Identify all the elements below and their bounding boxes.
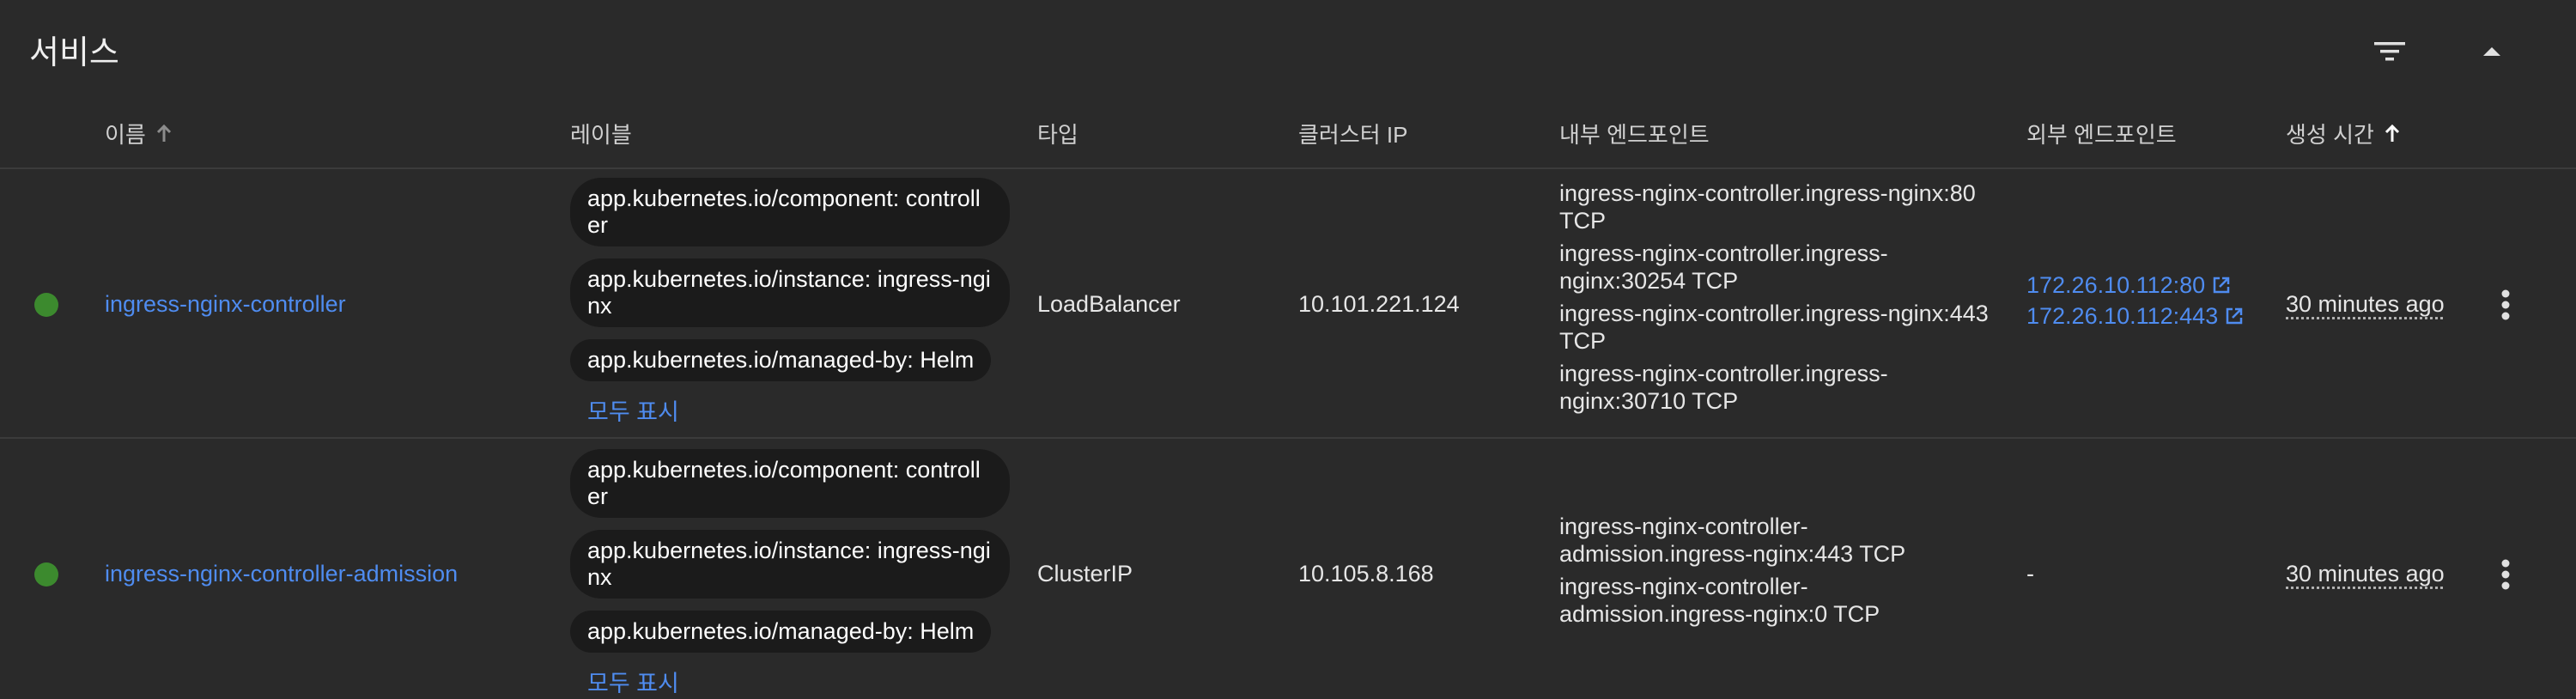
internal-endpoints-cell: ingress-nginx-controller.ingress-nginx:8… bbox=[1559, 179, 2006, 420]
column-header-labels: 레이블 bbox=[570, 118, 632, 149]
labels-cell: app.kubernetes.io/component: controller … bbox=[570, 449, 1025, 698]
column-label-external-endpoints: 외부 엔드포인트 bbox=[2026, 122, 2177, 148]
created-age: 30 minutes ago bbox=[2286, 291, 2445, 317]
external-endpoint-text: 172.26.10.112:443 bbox=[2026, 303, 2219, 329]
column-label-created: 생성 시간 bbox=[2286, 122, 2374, 148]
service-type: ClusterIP bbox=[1037, 561, 1133, 587]
external-endpoint-text: 172.26.10.112:80 bbox=[2026, 272, 2206, 298]
chevron-up-icon bbox=[2483, 47, 2500, 56]
show-all-labels-link[interactable]: 모두 표시 bbox=[587, 393, 1025, 427]
show-all-labels-link[interactable]: 모두 표시 bbox=[587, 665, 1025, 698]
open-in-new-icon bbox=[2225, 307, 2244, 325]
external-endpoint-none: - bbox=[2026, 561, 2034, 587]
status-running-icon bbox=[34, 562, 58, 587]
filter-button[interactable] bbox=[2364, 26, 2415, 77]
column-label-name: 이름 bbox=[105, 122, 146, 148]
created-age: 30 minutes ago bbox=[2286, 561, 2445, 587]
internal-endpoint: ingress-nginx-controller.ingress-nginx:3… bbox=[1559, 240, 1888, 294]
open-in-new-icon bbox=[2212, 276, 2231, 295]
label-chip: app.kubernetes.io/managed-by: Helm bbox=[570, 611, 992, 653]
column-label-internal-endpoints: 내부 엔드포인트 bbox=[1559, 122, 1710, 148]
filter-icon bbox=[2374, 42, 2405, 61]
label-chip: app.kubernetes.io/component: controller bbox=[570, 449, 1010, 518]
column-header-name[interactable]: 이름 bbox=[105, 118, 173, 149]
column-header-internal-endpoints: 내부 엔드포인트 bbox=[1559, 118, 1710, 149]
column-header-cluster-ip[interactable]: 클러스터 IP bbox=[1298, 118, 1407, 149]
column-header-type[interactable]: 타입 bbox=[1037, 118, 1078, 149]
internal-endpoint: ingress-nginx-controller.ingress-nginx:8… bbox=[1559, 180, 1976, 234]
column-label-labels: 레이블 bbox=[570, 122, 632, 148]
service-name-link[interactable]: ingress-nginx-controller-admission bbox=[105, 560, 458, 587]
more-vert-icon bbox=[2501, 289, 2510, 320]
external-endpoints-cell: 172.26.10.112:80 172.26.10.112:443 bbox=[2026, 270, 2244, 331]
more-vert-icon bbox=[2501, 559, 2510, 590]
internal-endpoint: ingress-nginx-controller.ingress-nginx:4… bbox=[1559, 301, 1989, 354]
internal-endpoints-cell: ingress-nginx-controller-admission.ingre… bbox=[1559, 513, 1963, 633]
table-row: ingress-nginx-controller app.kubernetes.… bbox=[0, 169, 2576, 439]
internal-endpoint: ingress-nginx-controller-admission.ingre… bbox=[1559, 574, 1880, 627]
collapse-button[interactable] bbox=[2466, 26, 2518, 77]
column-label-cluster-ip: 클러스터 IP bbox=[1298, 122, 1408, 148]
internal-endpoint: ingress-nginx-controller.ingress-nginx:3… bbox=[1559, 361, 1888, 414]
label-chip: app.kubernetes.io/instance: ingress-ngin… bbox=[570, 530, 1010, 599]
column-label-type: 타입 bbox=[1037, 122, 1078, 148]
table-header: 이름 레이블 타입 클러스터 IP 내부 엔드포인트 외부 엔드포인트 생성 시… bbox=[0, 99, 2576, 169]
card-header: 서비스 bbox=[0, 0, 2576, 99]
service-type: LoadBalancer bbox=[1037, 291, 1181, 317]
label-chip: app.kubernetes.io/instance: ingress-ngin… bbox=[570, 258, 1010, 327]
card-title: 서비스 bbox=[29, 35, 119, 71]
row-actions-button[interactable] bbox=[2487, 279, 2524, 331]
labels-cell: app.kubernetes.io/component: controller … bbox=[570, 178, 1025, 427]
cluster-ip: 10.105.8.168 bbox=[1298, 561, 1434, 587]
sort-arrow-up-icon bbox=[155, 124, 173, 144]
service-name-link[interactable]: ingress-nginx-controller bbox=[105, 290, 346, 318]
label-chip: app.kubernetes.io/managed-by: Helm bbox=[570, 339, 992, 381]
row-actions-button[interactable] bbox=[2487, 549, 2524, 600]
external-endpoint-link[interactable]: 172.26.10.112:80 bbox=[2026, 270, 2244, 301]
services-card: 서비스 이름 레이블 타입 클러스터 IP 내부 엔드포인트 외부 엔드포인트 … bbox=[0, 0, 2576, 699]
table-row: ingress-nginx-controller-admission app.k… bbox=[0, 439, 2576, 699]
column-header-external-endpoints: 외부 엔드포인트 bbox=[2026, 118, 2177, 149]
sort-arrow-up-icon bbox=[2383, 124, 2402, 144]
external-endpoint-link[interactable]: 172.26.10.112:443 bbox=[2026, 301, 2244, 331]
cluster-ip: 10.101.221.124 bbox=[1298, 291, 1460, 317]
column-header-created[interactable]: 생성 시간 bbox=[2286, 118, 2402, 149]
status-running-icon bbox=[34, 293, 58, 317]
label-chip: app.kubernetes.io/component: controller bbox=[570, 178, 1010, 246]
internal-endpoint: ingress-nginx-controller-admission.ingre… bbox=[1559, 514, 1906, 567]
